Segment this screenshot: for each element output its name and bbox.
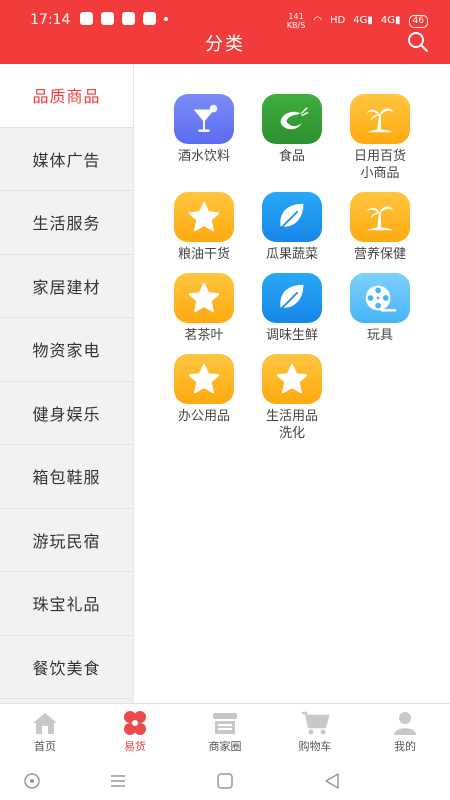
sidebar-item-travel-stay[interactable]: 游玩民宿 xyxy=(0,509,133,572)
category-drinks[interactable]: 酒水饮料 xyxy=(160,94,248,182)
home-icon xyxy=(33,713,57,734)
sidebar-item-quality-goods[interactable]: 品质商品 xyxy=(0,64,133,128)
wechat-icon xyxy=(80,12,93,25)
wifi-icon: ◠ xyxy=(313,15,323,26)
category-sidebar: 品质商品 媒体广告 生活服务 家居建材 物资家电 健身娱乐 箱包鞋服 游玩民宿 … xyxy=(0,64,134,704)
notification-icons xyxy=(80,12,168,25)
sidebar-item-media-ads[interactable]: 媒体广告 xyxy=(0,128,133,191)
page-title: 分类 xyxy=(205,34,245,55)
status-time: 17:14 xyxy=(30,12,71,28)
category-label: 生活用品 洗化 xyxy=(265,409,318,441)
status-bar: 17:14 141 KB/S ◠ HD 4G▮ 4G▮ 46 xyxy=(0,0,450,30)
tab-home[interactable]: 首页 xyxy=(0,704,90,763)
category-household-cleaning[interactable]: 生活用品 洗化 xyxy=(248,354,336,442)
tab-barter[interactable]: 易货 xyxy=(90,704,180,763)
menu-icon[interactable] xyxy=(108,771,128,791)
category-label: 营养保健 xyxy=(353,247,406,262)
signal-icon: 4G▮ xyxy=(353,15,373,26)
assistant-icon[interactable] xyxy=(22,771,42,791)
battery-icon: 46 xyxy=(408,14,428,28)
shop-icon xyxy=(213,713,237,734)
home-button-icon[interactable] xyxy=(215,771,235,791)
back-icon[interactable] xyxy=(322,771,342,791)
signal-icon: 4G▮ xyxy=(380,15,401,26)
tab-label: 我的 xyxy=(394,740,416,753)
flower-icon xyxy=(124,711,146,735)
sidebar-item-home-building[interactable]: 家居建材 xyxy=(0,255,133,318)
sidebar-item-bags-shoes[interactable]: 箱包鞋服 xyxy=(0,445,133,509)
star-icon xyxy=(174,273,234,323)
system-status-icons: 141 KB/S ◠ HD 4G▮ 4G▮ 46 xyxy=(287,12,428,30)
sidebar-item-life-services[interactable]: 生活服务 xyxy=(0,191,133,255)
tab-label: 购物车 xyxy=(298,740,332,753)
bottom-tab-bar: 首页 易货 商家圈 购物车 我的 xyxy=(0,703,450,763)
category-food[interactable]: 食品 xyxy=(248,94,336,182)
sidebar-item-food-dining[interactable]: 餐饮美食 xyxy=(0,636,133,699)
category-label: 调味生鲜 xyxy=(265,328,318,343)
palm-tree-icon xyxy=(350,192,410,242)
subcategory-grid: 酒水饮料 食品 日用百货 小商品 粮油干货 瓜果蔬菜 营养保健 茗茶叶 调味生鲜… xyxy=(160,94,430,442)
tab-label: 首页 xyxy=(34,740,56,753)
user-icon xyxy=(394,712,416,735)
category-nutrition[interactable]: 营养保健 xyxy=(336,192,424,263)
sidebar-item-appliances[interactable]: 物资家电 xyxy=(0,318,133,382)
category-label: 玩具 xyxy=(366,328,393,343)
tab-profile[interactable]: 我的 xyxy=(360,704,450,763)
system-nav-bar xyxy=(0,763,450,800)
palm-tree-icon xyxy=(350,94,410,144)
leaf-icon xyxy=(262,273,322,323)
tab-label: 商家圈 xyxy=(208,740,242,753)
category-label: 酒水饮料 xyxy=(177,149,230,164)
sidebar-item-jewelry-gifts[interactable]: 珠宝礼品 xyxy=(0,572,133,636)
category-toys[interactable]: 玩具 xyxy=(336,273,424,344)
app-notification-icon xyxy=(122,12,135,25)
app-notification-icon xyxy=(101,12,114,25)
cart-icon xyxy=(302,711,330,735)
sidebar-item-fitness[interactable]: 健身娱乐 xyxy=(0,382,133,445)
category-label: 办公用品 xyxy=(177,409,230,424)
tab-merchants[interactable]: 商家圈 xyxy=(180,704,270,763)
category-seasoning-fresh[interactable]: 调味生鲜 xyxy=(248,273,336,344)
tab-cart[interactable]: 购物车 xyxy=(270,704,360,763)
leaf-icon xyxy=(262,192,322,242)
category-office[interactable]: 办公用品 xyxy=(160,354,248,442)
category-label: 食品 xyxy=(278,149,305,164)
star-icon xyxy=(174,354,234,404)
category-fruit-veg[interactable]: 瓜果蔬菜 xyxy=(248,192,336,263)
film-reel-icon xyxy=(350,273,410,323)
category-grain-oil[interactable]: 粮油干货 xyxy=(160,192,248,263)
category-label: 茗茶叶 xyxy=(184,328,224,343)
category-label: 日用百货 小商品 xyxy=(353,149,406,181)
cocktail-icon xyxy=(174,94,234,144)
star-icon xyxy=(262,354,322,404)
more-notifications-icon xyxy=(164,16,168,21)
category-tea[interactable]: 茗茶叶 xyxy=(160,273,248,344)
category-label: 瓜果蔬菜 xyxy=(265,247,318,262)
shrimp-icon xyxy=(262,94,322,144)
category-daily-goods[interactable]: 日用百货 小商品 xyxy=(336,94,424,182)
header-bar: 17:14 141 KB/S ◠ HD 4G▮ 4G▮ 46 分类 xyxy=(0,0,450,64)
star-icon xyxy=(174,192,234,242)
search-icon[interactable] xyxy=(406,30,430,54)
tab-label: 易货 xyxy=(124,740,146,753)
app-notification-icon xyxy=(143,12,156,25)
hd-badge: HD xyxy=(330,15,346,26)
category-label: 粮油干货 xyxy=(177,247,230,262)
net-speed: 141 KB/S xyxy=(286,12,306,30)
